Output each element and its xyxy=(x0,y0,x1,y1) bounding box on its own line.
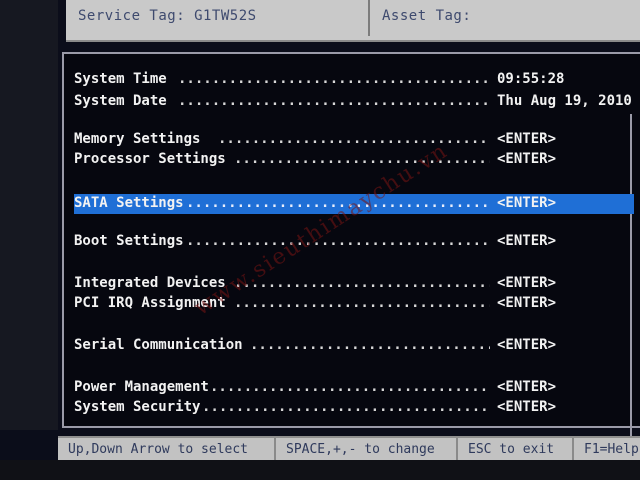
enter-value: <ENTER> xyxy=(497,399,557,415)
enter-value: <ENTER> xyxy=(497,275,557,291)
leader-dots: .................................. xyxy=(234,275,490,291)
leader-dots: ............................... xyxy=(250,337,490,353)
menu-item-label: Integrated Devices xyxy=(74,275,226,291)
leader-dots: ...................................... xyxy=(202,399,490,415)
help-navigate: Up,Down Arrow to select xyxy=(58,438,276,462)
enter-value: <ENTER> xyxy=(497,131,557,147)
system-time-value[interactable]: 09:55:28 xyxy=(497,71,564,87)
menu-item-integrated-devices[interactable]: Integrated Devices .....................… xyxy=(74,274,634,294)
leader-dots: ........................................ xyxy=(186,195,490,211)
help-f1: F1=Help xyxy=(584,442,639,457)
bios-screen: Service Tag: G1TW52S Asset Tag: System T… xyxy=(0,0,640,480)
menu-item-system-date[interactable]: System Date ............................… xyxy=(74,92,634,112)
menu-item-label: Memory Settings xyxy=(74,131,201,147)
system-date-value[interactable]: Thu Aug 19, 2010 xyxy=(497,93,632,109)
menu-item-label: System Security xyxy=(74,399,201,415)
menu-item-boot-settings[interactable]: Boot Settings ..........................… xyxy=(74,232,634,252)
menu-item-system-time[interactable]: System Time ............................… xyxy=(74,70,634,90)
menu-item-power-management[interactable]: Power Management .......................… xyxy=(74,378,634,398)
menu-item-label: System Date xyxy=(74,93,167,109)
leader-dots: ........................................… xyxy=(178,93,490,109)
menu-item-memory-settings[interactable]: Memory Settings ........................… xyxy=(74,130,634,150)
menu-item-processor-settings[interactable]: Processor Settings .....................… xyxy=(74,150,634,170)
menu-item-label: System Time xyxy=(74,71,167,87)
enter-value: <ENTER> xyxy=(497,233,557,249)
leader-dots: ..................................... xyxy=(210,379,490,395)
asset-tag-box: Asset Tag: xyxy=(372,0,638,36)
header-panel: Service Tag: G1TW52S Asset Tag: xyxy=(66,0,640,42)
menu-item-label: SATA Settings xyxy=(74,195,184,211)
menu-item-label: Power Management xyxy=(74,379,209,395)
leader-dots: .................................. xyxy=(234,151,490,167)
enter-value: <ENTER> xyxy=(497,195,557,211)
menu-item-sata-settings[interactable]: SATA Settings ..........................… xyxy=(74,194,634,214)
menu-item-pci-irq-assignment[interactable]: PCI IRQ Assignment .....................… xyxy=(74,294,634,314)
menu-item-label: PCI IRQ Assignment xyxy=(74,295,226,311)
leader-dots: .................................. xyxy=(234,295,490,311)
settings-panel: System Time ............................… xyxy=(62,52,640,450)
menu-item-system-security[interactable]: System Security ........................… xyxy=(74,398,634,418)
menu-item-serial-communication[interactable]: Serial Communication ...................… xyxy=(74,336,634,356)
monitor-bezel-bottom xyxy=(0,460,640,480)
enter-value: <ENTER> xyxy=(497,337,557,353)
leader-dots: ........................................… xyxy=(178,71,490,87)
leader-dots: ........................................ xyxy=(186,233,490,249)
help-change: SPACE,+,- to change xyxy=(276,438,458,462)
enter-value: <ENTER> xyxy=(497,295,557,311)
leader-dots: .................................... xyxy=(218,131,490,147)
menu-item-label: Boot Settings xyxy=(74,233,184,249)
monitor-bezel xyxy=(0,0,58,430)
menu-item-label: Serial Communication xyxy=(74,337,243,353)
menu-item-label: Processor Settings xyxy=(74,151,226,167)
help-exit: ESC to exit xyxy=(458,438,574,462)
enter-value: <ENTER> xyxy=(497,379,557,395)
asset-tag: Asset Tag: xyxy=(382,8,472,24)
service-tag-box: Service Tag: G1TW52S xyxy=(66,0,370,36)
service-tag: Service Tag: G1TW52S xyxy=(78,8,257,24)
enter-value: <ENTER> xyxy=(497,151,557,167)
help-bar: Up,Down Arrow to select SPACE,+,- to cha… xyxy=(58,436,640,462)
